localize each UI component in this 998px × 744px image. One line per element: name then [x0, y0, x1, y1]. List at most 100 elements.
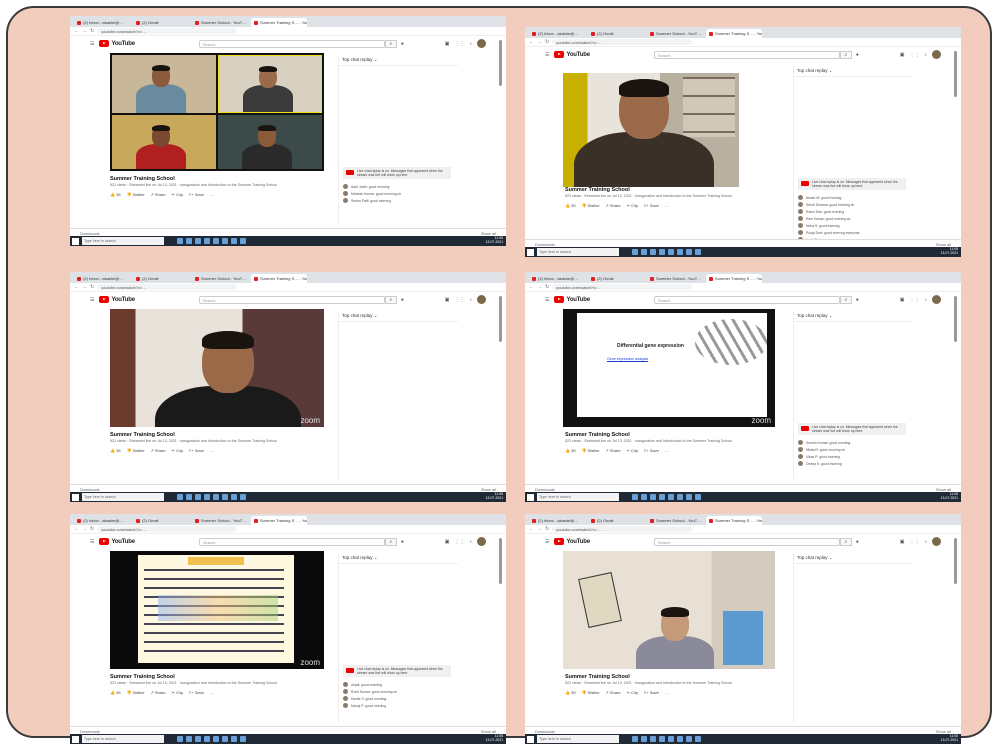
app-icon[interactable]	[686, 494, 692, 500]
like-button[interactable]: 👍 35	[110, 192, 121, 197]
youtube-logo[interactable]: YouTube	[99, 296, 135, 303]
browser-tab[interactable]: Summer School - YouT…	[647, 516, 703, 525]
bell-icon[interactable]: ♪	[470, 297, 473, 303]
share-button[interactable]: ↗ Share	[605, 448, 620, 453]
url-field[interactable]: youtube.com/watch?v=…	[97, 284, 238, 290]
app-icon[interactable]	[641, 249, 647, 255]
scrollbar[interactable]	[954, 51, 957, 97]
avatar[interactable]	[477, 295, 486, 304]
create-icon[interactable]: ▣	[900, 52, 905, 58]
app-icon[interactable]	[195, 736, 201, 742]
app-icon[interactable]	[641, 494, 647, 500]
show-all-link[interactable]: Show all	[481, 231, 496, 236]
apps-icon[interactable]: ⋮⋮	[910, 297, 920, 303]
video-player[interactable]: zoom	[110, 551, 324, 669]
avatar[interactable]	[932, 50, 941, 59]
app-icon[interactable]	[222, 736, 228, 742]
dislike-button[interactable]: 👎 Dislike	[582, 448, 600, 453]
browser-tab[interactable]: (2) Gmail	[133, 274, 189, 283]
search-input[interactable]: Search	[653, 295, 840, 304]
app-icon[interactable]	[650, 249, 656, 255]
share-button[interactable]: ↗ Share	[605, 203, 620, 208]
browser-tab[interactable]: (2) Inbox - akashe@…	[74, 18, 130, 27]
more-button[interactable]: …	[210, 448, 214, 453]
reload-icon[interactable]: ↻	[90, 284, 94, 290]
scrollbar[interactable]	[954, 538, 957, 584]
browser-tab[interactable]: (2) Gmail	[588, 274, 644, 283]
browser-tab[interactable]: (2) Inbox - akashe@…	[529, 29, 585, 38]
back-icon[interactable]: ←	[74, 284, 79, 290]
forward-icon[interactable]: →	[537, 284, 542, 290]
menu-icon[interactable]: ☰	[90, 539, 94, 545]
menu-icon[interactable]: ☰	[545, 539, 549, 545]
search-input[interactable]: Search	[653, 50, 840, 59]
browser-tab[interactable]: (2) Inbox - akashe@…	[74, 274, 130, 283]
show-all-link[interactable]: Show all	[936, 729, 951, 734]
browser-tab[interactable]: (2) Gmail	[133, 18, 189, 27]
app-icon[interactable]	[668, 249, 674, 255]
app-icon[interactable]	[195, 494, 201, 500]
url-field[interactable]: youtube.com/watch?v=…	[552, 39, 693, 45]
browser-tab[interactable]: (2) Gmail	[588, 29, 644, 38]
bell-icon[interactable]: ♪	[470, 41, 473, 47]
forward-icon[interactable]: →	[82, 526, 87, 532]
youtube-logo[interactable]: YouTube	[99, 538, 135, 545]
dislike-button[interactable]: 👎 Dislike	[127, 192, 145, 197]
app-icon[interactable]	[186, 494, 192, 500]
avatar[interactable]	[477, 39, 486, 48]
app-icon[interactable]	[186, 736, 192, 742]
search-icon[interactable]: ⌕	[839, 537, 852, 546]
mic-icon[interactable]: ●	[856, 52, 859, 58]
youtube-logo[interactable]: YouTube	[554, 296, 590, 303]
browser-tab-active[interactable]: Summer Training S… - YouTube	[706, 516, 762, 525]
browser-tab[interactable]: Summer School - YouT…	[192, 274, 248, 283]
reload-icon[interactable]: ↻	[90, 28, 94, 34]
taskbar-search[interactable]: Type here to search	[537, 735, 619, 743]
browser-tab[interactable]: (2) Gmail	[588, 516, 644, 525]
avatar[interactable]	[932, 537, 941, 546]
app-icon[interactable]	[695, 736, 701, 742]
browser-tab[interactable]: (2) Inbox - akashe@…	[74, 516, 130, 525]
clip-button[interactable]: ✂ Clip	[627, 203, 638, 208]
bell-icon[interactable]: ♪	[925, 539, 928, 545]
app-icon[interactable]	[686, 249, 692, 255]
browser-tab[interactable]: (2) Gmail	[133, 516, 189, 525]
downloads-label[interactable]: Downloads	[80, 231, 100, 236]
youtube-logo[interactable]: YouTube	[554, 538, 590, 545]
app-icon[interactable]	[177, 736, 183, 742]
scrollbar[interactable]	[499, 40, 502, 86]
clip-button[interactable]: ✂ Clip	[172, 448, 183, 453]
taskbar-search[interactable]: Type here to search	[537, 248, 619, 256]
browser-tab[interactable]: (2) Inbox - akashe@…	[529, 516, 585, 525]
app-icon[interactable]	[650, 494, 656, 500]
browser-tab[interactable]: (2) Inbox - akashe@…	[529, 274, 585, 283]
create-icon[interactable]: ▣	[445, 297, 450, 303]
taskbar-search[interactable]: Type here to search	[537, 493, 619, 501]
app-icon[interactable]	[695, 494, 701, 500]
apps-icon[interactable]: ⋮⋮	[455, 41, 465, 47]
app-icon[interactable]	[222, 494, 228, 500]
chat-header[interactable]: Top chat replay ⌄	[794, 553, 913, 564]
app-icon[interactable]	[677, 736, 683, 742]
windows-icon[interactable]	[527, 248, 534, 256]
save-button[interactable]: ≡+ Save	[644, 448, 659, 453]
dislike-button[interactable]: 👎 Dislike	[127, 690, 145, 695]
bell-icon[interactable]: ♪	[925, 52, 928, 58]
browser-tab-active[interactable]: Summer Training S… - YouTube	[251, 274, 307, 283]
search-icon[interactable]: ⌕	[384, 537, 397, 546]
like-button[interactable]: 👍 35	[110, 690, 121, 695]
show-all-link[interactable]: Show all	[481, 487, 496, 492]
windows-icon[interactable]	[527, 735, 534, 743]
app-icon[interactable]	[240, 736, 246, 742]
app-icon[interactable]	[177, 494, 183, 500]
back-icon[interactable]: ←	[529, 39, 534, 45]
apps-icon[interactable]: ⋮⋮	[455, 297, 465, 303]
app-icon[interactable]	[240, 238, 246, 244]
app-icon[interactable]	[668, 494, 674, 500]
avatar[interactable]	[932, 295, 941, 304]
back-icon[interactable]: ←	[529, 284, 534, 290]
chat-header[interactable]: Top chat replay ⌄	[339, 553, 458, 564]
search-icon[interactable]: ⌕	[839, 50, 852, 59]
taskbar-search[interactable]: Type here to search	[82, 735, 164, 743]
taskbar-search[interactable]: Type here to search	[82, 237, 164, 245]
